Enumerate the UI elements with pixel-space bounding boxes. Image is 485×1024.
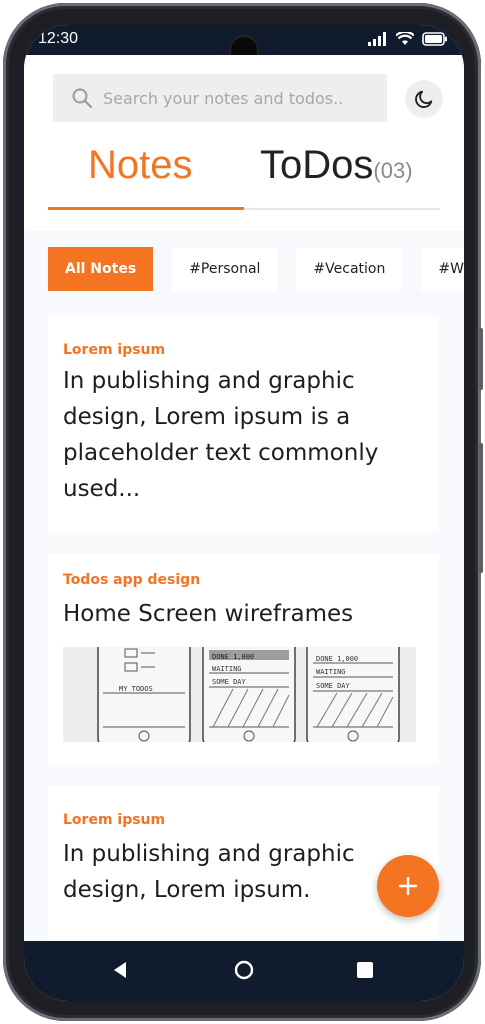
sketch-label: DONE 1,000 [212,653,254,661]
back-icon[interactable] [112,961,128,979]
moon-icon [415,90,433,108]
filter-chips: All Notes #Personal #Vecation #Work [48,247,464,291]
chip-all-notes[interactable]: All Notes [48,247,154,291]
tab-notes-label: Notes [88,143,193,187]
note-text: In publishing and graphic design, Lorem … [63,368,379,502]
sketch-label: DONE 1,000 [316,655,358,663]
tab-todos-label: ToDos [260,143,374,187]
add-note-button[interactable] [377,855,439,917]
power-button [479,443,483,573]
chip-vecation[interactable]: #Vecation [296,247,403,291]
tab-todos[interactable]: ToDos(03) [260,143,413,188]
status-time: 12:30 [38,30,79,47]
sketch-label: WAITING [212,665,242,673]
wifi-icon [396,32,414,45]
tab-notes[interactable]: Notes [88,143,193,188]
home-icon[interactable] [234,960,254,980]
status-bar: 12:30 [24,25,464,63]
search-input[interactable] [103,74,373,122]
todos-count: (03) [373,158,413,183]
chip-work[interactable]: #Work [421,247,464,291]
sketch-label: SOME DAY [212,678,247,686]
battery-icon [422,32,447,46]
search-icon [72,88,93,109]
note-card[interactable]: Lorem ipsum In publishing and graphic de… [48,786,439,946]
phone-frame: 12:30 Search your notes and todos.. Note… [3,3,483,1021]
chip-personal[interactable]: #Personal [172,247,278,291]
recents-icon[interactable] [357,962,373,978]
note-category: Lorem ipsum [63,812,166,828]
note-text: Home Screen wireframes [63,601,354,627]
note-card[interactable]: Lorem ipsum In publishing and graphic de… [48,315,439,533]
signal-icon [368,32,386,46]
theme-toggle-button[interactable] [405,80,443,118]
note-category: Todos app design [63,572,201,588]
sketch-label: SOME DAY [316,682,351,690]
note-category: Lorem ipsum [63,342,166,358]
sketch-label-mytodos: MY TODOS [119,685,153,693]
volume-button [479,328,483,390]
note-text: In publishing and graphic design, Lorem … [63,841,355,903]
active-tab-indicator [48,207,244,210]
note-card[interactable]: Todos app design Home Screen wireframes … [48,554,439,765]
status-icons [368,32,448,46]
plus-icon [398,876,418,896]
sketch-label: WAITING [316,668,346,676]
navigation-bar [24,941,464,1001]
screen: 12:30 Search your notes and todos.. Note… [24,25,464,1001]
search-bar[interactable] [53,74,387,122]
wireframe-image: MY TODOS DONE 1,000 WAITING SOME DAY DON… [63,647,416,742]
